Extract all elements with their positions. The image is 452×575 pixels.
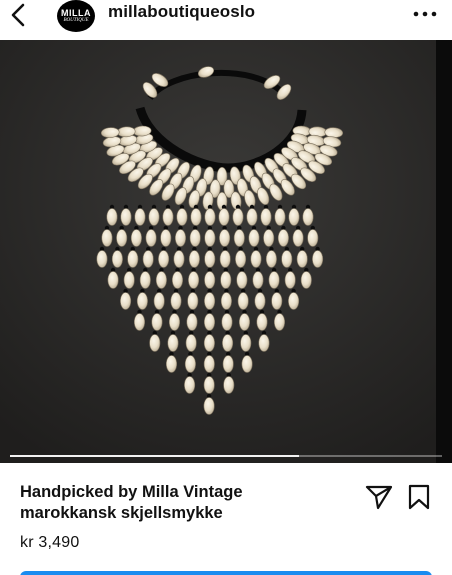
avatar-logo-subtext: BOUTIQUE <box>63 17 89 23</box>
bookmark-icon[interactable] <box>406 483 432 511</box>
product-image[interactable] <box>0 40 452 463</box>
view-on-website-button[interactable] <box>20 571 432 575</box>
top-bar: MILLA BOUTIQUE millaboutiqueoslo <box>0 0 452 40</box>
username[interactable]: millaboutiqueoslo <box>108 2 255 22</box>
more-horizontal-icon[interactable] <box>412 4 438 24</box>
media-progress-fill <box>10 455 299 457</box>
avatar[interactable]: MILLA BOUTIQUE <box>57 0 95 32</box>
avatar-logo-text: MILLA <box>61 7 91 18</box>
product-price: kr 3,490 <box>20 534 80 551</box>
next-image-peek[interactable] <box>436 40 452 463</box>
product-title-line2: marokkansk skjellsmykke <box>20 504 223 522</box>
chevron-left-icon[interactable] <box>6 2 32 28</box>
product-title: Handpicked by Milla Vintage marokkansk s… <box>20 482 340 524</box>
send-icon[interactable] <box>364 483 394 511</box>
necklace-photo <box>0 40 452 463</box>
product-title-line1: Handpicked by Milla Vintage <box>20 483 243 501</box>
